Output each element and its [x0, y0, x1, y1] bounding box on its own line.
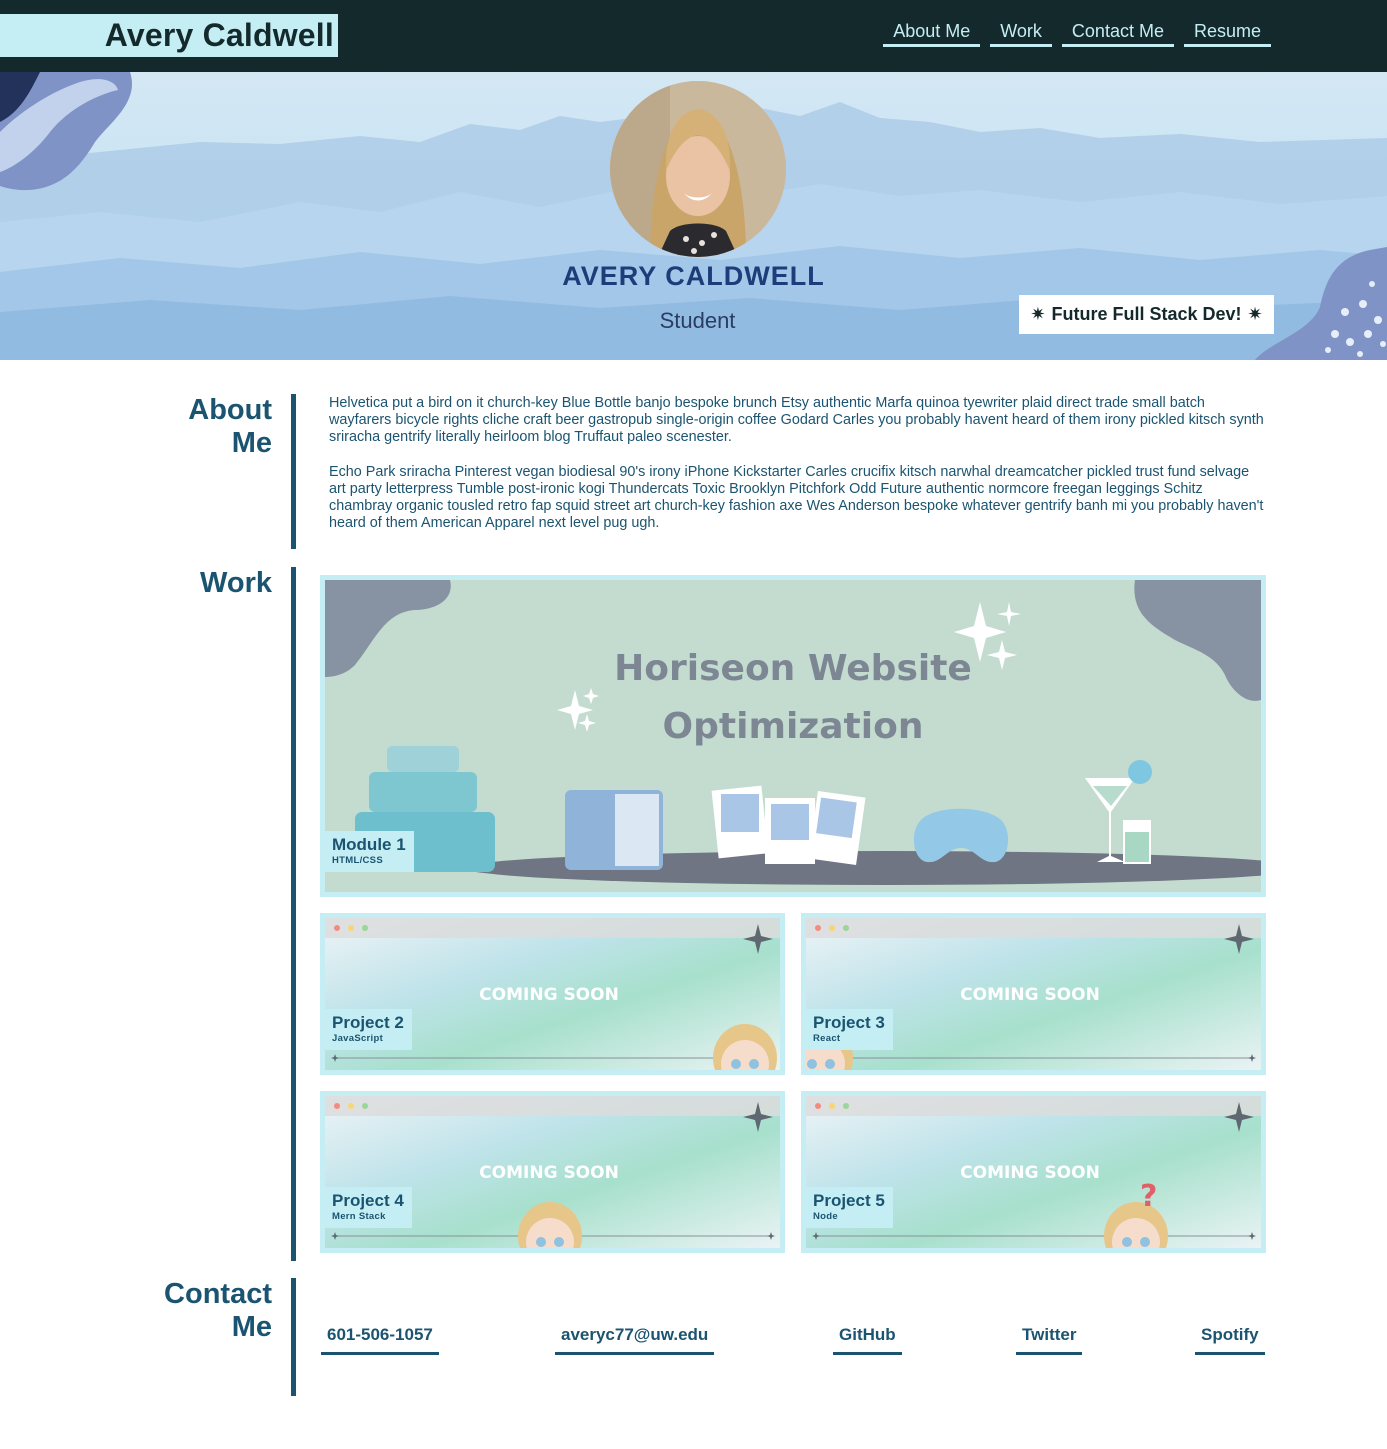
- contact-email-link[interactable]: averyc77@uw.edu: [555, 1325, 715, 1355]
- about-body: Helvetica put a bird on it church-key Bl…: [329, 395, 1269, 550]
- work-title: Work: [200, 567, 272, 599]
- module-1-label[interactable]: Module 1 HTML/CSS: [325, 831, 414, 872]
- nav-about-me[interactable]: About Me: [883, 20, 981, 47]
- card-subtitle: JavaScript: [332, 1033, 384, 1044]
- horiseon-title-line2: Optimization: [663, 706, 924, 747]
- contact-github-link[interactable]: GitHub: [833, 1325, 902, 1355]
- about-title: About Me: [188, 394, 272, 460]
- nav-resume[interactable]: Resume: [1183, 20, 1271, 47]
- about-title-line2: Me: [231, 427, 272, 459]
- project-5-label[interactable]: Project 5 Node: [806, 1187, 893, 1228]
- profile-portrait-image: [610, 81, 786, 257]
- hero-banner: AVERY CALDWELL Student ✷ Future Full Sta…: [0, 72, 1387, 360]
- coming-soon-text: COMING SOON: [479, 985, 619, 1005]
- card-subtitle: Node: [813, 1211, 838, 1222]
- contact-twitter-link[interactable]: Twitter: [1016, 1325, 1083, 1355]
- nav-contact-me[interactable]: Contact Me: [1061, 20, 1174, 47]
- card-title: Project 3: [813, 1013, 885, 1032]
- horiseon-project-image: Horiseon Website Optimization: [325, 580, 1261, 892]
- contact-phone-link[interactable]: 601-506-1057: [321, 1325, 439, 1355]
- about-divider: [291, 394, 296, 549]
- project-3-label[interactable]: Project 3 React: [806, 1009, 893, 1050]
- work-card-module-1[interactable]: Horiseon Website Optimization Module 1 H…: [320, 575, 1266, 897]
- project-4-label[interactable]: Project 4 Mern Stack: [325, 1187, 412, 1228]
- horiseon-title-line1: Horiseon Website: [614, 648, 972, 689]
- sparkle-icon: ✷: [1030, 304, 1046, 324]
- card-title: Project 5: [813, 1191, 885, 1210]
- work-card-project-4[interactable]: COMING SOON Project 4 Mern Stack: [320, 1091, 785, 1253]
- card-subtitle: Mern Stack: [332, 1211, 386, 1222]
- card-subtitle: HTML/CSS: [332, 855, 383, 866]
- svg-text:?: ?: [1140, 1179, 1157, 1214]
- brand-logo[interactable]: Avery Caldwell: [0, 14, 338, 57]
- profile-photo: [610, 81, 786, 257]
- contact-spotify-link[interactable]: Spotify: [1195, 1325, 1265, 1355]
- contact-title: Contact Me: [164, 1278, 272, 1344]
- project-2-label[interactable]: Project 2 JavaScript: [325, 1009, 412, 1050]
- work-card-project-2[interactable]: COMING SOON Project 2 JavaScript: [320, 913, 785, 1075]
- contact-title-line1: Contact: [164, 1278, 272, 1310]
- brand-name: Avery Caldwell: [104, 17, 334, 53]
- about-paragraph: Echo Park sriracha Pinterest vegan biodi…: [329, 464, 1264, 531]
- hero-name: AVERY CALDWELL: [562, 261, 825, 291]
- coming-soon-text: COMING SOON: [960, 985, 1100, 1005]
- card-subtitle: React: [813, 1033, 841, 1044]
- nav-work[interactable]: Work: [990, 20, 1052, 47]
- future-badge-text: Future Full Stack Dev!: [1051, 304, 1242, 324]
- sparkle-icon: ✷: [1247, 304, 1263, 324]
- main-nav: About Me Work Contact Me Resume: [883, 20, 1271, 47]
- work-divider: [291, 567, 296, 1261]
- site-header: Avery Caldwell About Me Work Contact Me …: [0, 0, 1387, 72]
- about-title-line1: About: [188, 394, 272, 426]
- coming-soon-text: COMING SOON: [479, 1163, 619, 1183]
- card-title: Project 2: [332, 1013, 404, 1032]
- coming-soon-text: COMING SOON: [960, 1163, 1100, 1183]
- work-card-project-5[interactable]: COMING SOON? Project 5 Node: [801, 1091, 1266, 1253]
- contact-divider: [291, 1278, 296, 1396]
- work-card-project-3[interactable]: COMING SOON Project 3 React: [801, 913, 1266, 1075]
- card-title: Module 1: [332, 835, 406, 854]
- contact-title-line2: Me: [231, 1311, 272, 1343]
- future-badge: ✷ Future Full Stack Dev! ✷: [1019, 295, 1274, 334]
- about-paragraph: Helvetica put a bird on it church-key Bl…: [329, 395, 1264, 445]
- card-title: Project 4: [332, 1191, 404, 1210]
